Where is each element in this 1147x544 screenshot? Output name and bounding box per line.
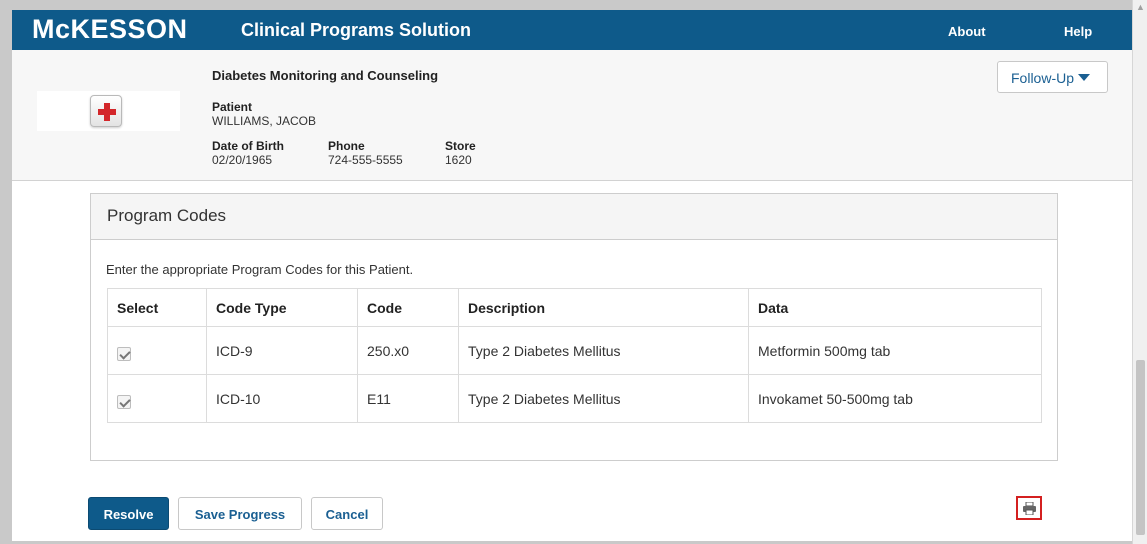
dob-label: Date of Birth: [212, 139, 284, 153]
mckesson-logo: McKESSON: [32, 14, 188, 44]
phone-label: Phone: [328, 139, 365, 153]
code-type-cell: ICD-9: [206, 326, 358, 375]
save-progress-button[interactable]: Save Progress: [178, 497, 302, 530]
code-cell: 250.x0: [357, 326, 459, 375]
data-cell: Invokamet 50-500mg tab: [748, 374, 1042, 423]
panel-title: Program Codes: [91, 194, 1057, 240]
follow-up-dropdown[interactable]: Follow-Up: [997, 61, 1108, 93]
cancel-button[interactable]: Cancel: [311, 497, 383, 530]
select-cell: [107, 374, 207, 423]
app-window: McKESSON Clinical Programs Solution Abou…: [12, 10, 1132, 541]
description-cell: Type 2 Diabetes Mellitus: [458, 374, 749, 423]
vertical-scrollbar[interactable]: ▲: [1132, 0, 1147, 544]
select-cell: [107, 326, 207, 375]
scrollbar-thumb[interactable]: [1136, 360, 1145, 535]
program-codes-table: Select Code Type Code Description Data I…: [107, 288, 1042, 423]
instructions-text: Enter the appropriate Program Codes for …: [106, 262, 414, 277]
print-button[interactable]: [1016, 496, 1042, 520]
scroll-up-arrow-icon[interactable]: ▲: [1136, 2, 1145, 12]
help-link[interactable]: Help: [1064, 24, 1092, 39]
medical-cross-icon: [90, 95, 122, 127]
table-row: ICD-9 250.x0 Type 2 Diabetes Mellitus Me…: [107, 326, 1042, 375]
description-cell: Type 2 Diabetes Mellitus: [458, 326, 749, 375]
store-label: Store: [445, 139, 476, 153]
patient-name: WILLIAMS, JACOB: [212, 114, 317, 128]
column-header-code: Code: [357, 288, 459, 327]
column-header-description: Description: [458, 288, 749, 327]
row-checkbox[interactable]: [117, 395, 131, 409]
store-value: 1620: [445, 153, 472, 167]
program-icon-box: [37, 91, 180, 131]
phone-value: 724-555-5555: [328, 153, 403, 167]
code-cell: E11: [357, 374, 459, 423]
dob-value: 02/20/1965: [212, 153, 273, 167]
column-header-select: Select: [107, 288, 207, 327]
about-link[interactable]: About: [948, 24, 986, 39]
print-icon: [1023, 502, 1036, 515]
table-header-row: Select Code Type Code Description Data: [107, 288, 1042, 327]
data-cell: Metformin 500mg tab: [748, 326, 1042, 375]
column-header-data: Data: [748, 288, 1042, 327]
table-row: ICD-10 E11 Type 2 Diabetes Mellitus Invo…: [107, 374, 1042, 423]
follow-up-label: Follow-Up: [1011, 70, 1075, 86]
program-codes-panel: Program Codes Enter the appropriate Prog…: [90, 193, 1058, 461]
caret-down-icon: [1078, 74, 1091, 81]
app-title: Clinical Programs Solution: [241, 20, 472, 40]
resolve-button[interactable]: Resolve: [88, 497, 169, 530]
patient-header: Diabetes Monitoring and Counseling Patie…: [12, 50, 1132, 181]
patient-label: Patient: [212, 100, 253, 114]
code-type-cell: ICD-10: [206, 374, 358, 423]
top-nav-bar: McKESSON Clinical Programs Solution Abou…: [12, 10, 1132, 50]
program-name: Diabetes Monitoring and Counseling: [212, 68, 439, 83]
column-header-code-type: Code Type: [206, 288, 358, 327]
row-checkbox[interactable]: [117, 347, 131, 361]
